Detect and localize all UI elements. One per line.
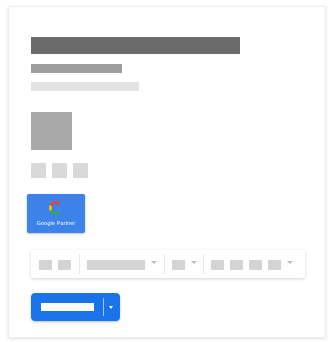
subtitle-placeholder: [31, 64, 122, 73]
split-button-divider: [103, 298, 104, 316]
caret-down-icon[interactable]: [109, 306, 113, 309]
toolbar-dropdown[interactable]: [172, 260, 185, 270]
option-chip[interactable]: [52, 163, 67, 178]
badge-label: Google Partner: [36, 221, 76, 227]
content-card: Google Partner: [8, 6, 326, 338]
google-partner-badge[interactable]: Google Partner: [27, 194, 85, 233]
toolbar-button[interactable]: [39, 260, 52, 270]
chevron-down-icon: [287, 261, 293, 264]
description-placeholder: [31, 82, 139, 91]
image-placeholder: [31, 112, 72, 150]
chevron-down-icon: [151, 261, 157, 264]
toolbar-dropdown[interactable]: [87, 260, 145, 270]
title-placeholder: [31, 37, 240, 54]
toolbar-button[interactable]: [230, 260, 243, 270]
chevron-down-icon: [191, 261, 197, 264]
primary-button-label-placeholder: [41, 303, 94, 311]
toolbar-button[interactable]: [211, 260, 224, 270]
google-g-icon: [49, 201, 63, 215]
primary-split-button[interactable]: [31, 293, 120, 321]
toolbar-divider: [164, 254, 165, 274]
option-chip[interactable]: [31, 163, 46, 178]
toolbar-divider: [79, 254, 80, 274]
toolbar-divider: [203, 254, 204, 274]
formatting-toolbar: [31, 250, 305, 278]
toolbar-button[interactable]: [268, 260, 281, 270]
option-chip[interactable]: [73, 163, 88, 178]
toolbar-button[interactable]: [249, 260, 262, 270]
toolbar-button[interactable]: [58, 260, 71, 270]
